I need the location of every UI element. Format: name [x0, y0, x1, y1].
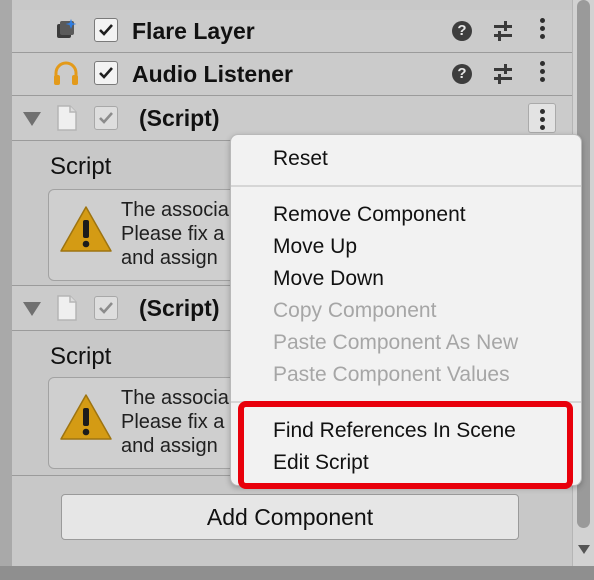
menu-item-move-up[interactable]: Move Up — [273, 235, 357, 259]
kebab-menu-icon[interactable] — [537, 18, 547, 42]
script-field-label: Script — [50, 153, 112, 180]
add-component-button[interactable]: Add Component — [61, 494, 519, 540]
foldout-triangle-icon[interactable] — [23, 302, 41, 316]
help-icon[interactable]: ? — [452, 21, 472, 41]
kebab-menu-icon — [537, 109, 547, 133]
component-header-audio-listener[interactable]: Audio Listener ? — [12, 53, 572, 96]
headphones-icon — [54, 61, 78, 85]
component-header-flare-layer[interactable]: Flare Layer ? — [12, 10, 572, 53]
script-1-title: (Script) — [139, 105, 220, 131]
help-icon[interactable]: ? — [452, 64, 472, 84]
warning-message: The associa Please fix a and assign — [121, 387, 229, 457]
menu-item-reset[interactable]: Reset — [273, 147, 328, 171]
flare-layer-title: Flare Layer — [132, 18, 255, 44]
script-2-title: (Script) — [139, 295, 220, 321]
bottom-edge — [0, 566, 594, 580]
menu-item-paste-component-values: Paste Component Values — [273, 363, 510, 386]
scroll-down-arrow-icon[interactable] — [578, 545, 590, 554]
menu-item-move-down[interactable]: Move Down — [273, 267, 384, 291]
audio-listener-title: Audio Listener — [132, 61, 294, 87]
sliders-icon[interactable] — [492, 63, 514, 85]
script-file-icon — [57, 105, 77, 131]
script-file-icon — [57, 295, 77, 321]
script-1-enabled-checkbox[interactable] — [94, 106, 118, 130]
warning-message: The associa Please fix a and assign — [121, 199, 229, 269]
panel-left-border — [0, 0, 12, 580]
script-1-menu-button[interactable] — [528, 103, 556, 133]
kebab-menu-icon[interactable] — [537, 61, 547, 85]
menu-item-paste-component-as-new: Paste Component As New — [273, 331, 519, 354]
menu-separator — [231, 185, 581, 187]
script-field-label: Script — [50, 343, 112, 370]
highlight-annotation-box — [238, 401, 573, 489]
script-2-enabled-checkbox[interactable] — [94, 296, 118, 320]
foldout-triangle-icon[interactable] — [23, 112, 41, 126]
menu-item-copy-component: Copy Component — [273, 299, 437, 322]
sliders-icon[interactable] — [492, 20, 514, 42]
audio-listener-enabled-checkbox[interactable] — [94, 61, 118, 85]
flare-layer-icon — [57, 19, 77, 38]
warning-icon — [60, 206, 112, 252]
flare-layer-enabled-checkbox[interactable] — [94, 18, 118, 42]
menu-item-remove-component[interactable]: Remove Component — [273, 203, 466, 227]
warning-icon — [60, 394, 112, 440]
